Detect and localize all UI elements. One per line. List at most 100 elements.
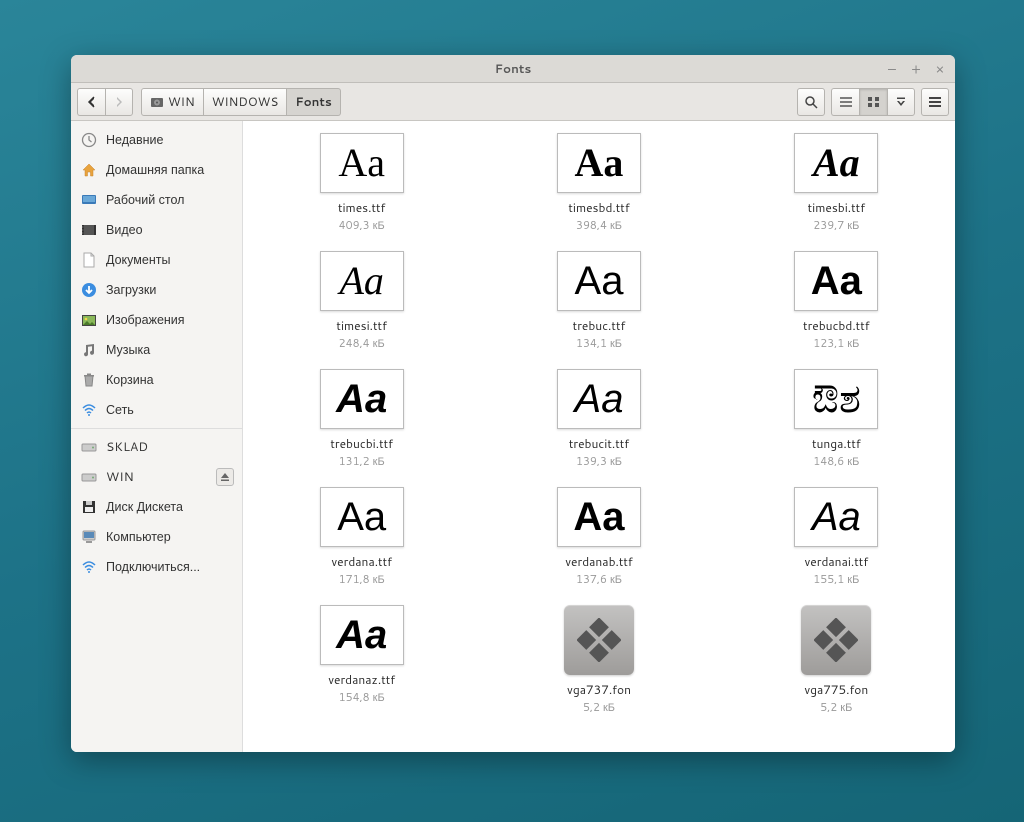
file-thumbnail: Aa [794,487,878,547]
file-item[interactable]: Aaverdana.ttf171,8 кБ [297,487,427,587]
file-item[interactable]: Aatimes.ttf409,3 кБ [297,133,427,233]
sidebar-item-label: Подключиться... [106,558,200,576]
desktop-icon [81,192,97,208]
wifi-blue-icon [81,559,97,575]
file-item[interactable]: Aatimesbd.ttf398,4 кБ [534,133,664,233]
sidebar-item[interactable]: Недавние [71,125,242,155]
sidebar-item[interactable]: Документы [71,245,242,275]
grid-view-button[interactable] [859,88,887,116]
sidebar-item-label: Диск Дискета [106,498,183,516]
file-item[interactable]: ಔಶtunga.ttf148,6 кБ [771,369,901,469]
file-name: trebucbd.ttf [803,317,870,334]
file-name: verdanaz.ttf [328,671,395,688]
file-size: 398,4 кБ [576,217,622,233]
arrow-down-icon [895,96,907,108]
sidebar-item-label: Музыка [106,341,150,359]
eject-button[interactable] [216,468,234,486]
window-body: НедавниеДомашняя папкаРабочий столВидеоД… [71,121,955,752]
sidebar-item[interactable]: Сеть [71,395,242,425]
file-size: 148,6 кБ [813,453,859,469]
sidebar-item[interactable]: Видео [71,215,242,245]
file-thumbnail: Aa [557,369,641,429]
sidebar-item[interactable]: Подключиться... [71,552,242,582]
file-grid: Aatimes.ttf409,3 кБ Aatimesbd.ttf398,4 кБ… [273,133,925,715]
file-thumbnail: Aa [794,133,878,193]
file-thumbnail [564,605,634,675]
view-mode-group [831,88,915,116]
breadcrumb-item[interactable]: Fonts [287,88,341,116]
sidebar-item[interactable]: Корзина [71,365,242,395]
file-item[interactable]: Aa verdanab.ttf137,6 кБ [534,487,664,587]
file-manager-window: Fonts – + × WIN WINDOWS Fonts [71,55,955,752]
back-button[interactable] [77,88,105,116]
file-item[interactable]: Aa trebucbd.ttf123,1 кБ [771,251,901,351]
sidebar-item[interactable]: Загрузки [71,275,242,305]
file-item[interactable]: Aatrebuc.ttf134,1 кБ [534,251,664,351]
images-icon [81,312,97,328]
sidebar-item-label: SKLAD [106,438,148,456]
file-item[interactable]: Aaverdanaz.ttf154,8 кБ [297,605,427,715]
toolbar-right [797,88,949,116]
sidebar-item[interactable]: Домашняя папка [71,155,242,185]
file-item[interactable]: Aatrebucbi.ttf131,2 кБ [297,369,427,469]
file-item[interactable]: vga737.fon5,2 кБ [534,605,664,715]
sidebar-item-label: Сеть [106,401,134,419]
sidebar-item-label: Недавние [106,131,163,149]
file-item[interactable]: Aaverdanai.ttf155,1 кБ [771,487,901,587]
file-item[interactable]: Aatimesbi.ttf239,7 кБ [771,133,901,233]
file-size: 137,6 кБ [576,571,622,587]
sidebar-item[interactable]: SKLAD [71,432,242,462]
grid-icon [867,96,881,108]
sidebar-item[interactable]: Музыка [71,335,242,365]
file-item[interactable]: Aatimesi.ttf248,4 кБ [297,251,427,351]
music-icon [81,342,97,358]
titlebar[interactable]: Fonts – + × [71,55,955,83]
clock-icon [81,132,97,148]
sidebar-item-label: Корзина [106,371,154,389]
file-thumbnail: Aa [320,605,404,665]
file-thumbnail: Aa [794,251,878,311]
file-name: trebucit.ttf [569,435,629,452]
file-name: verdana.ttf [331,553,392,570]
trash-icon [81,372,97,388]
document-icon [81,252,97,268]
sidebar: НедавниеДомашняя папкаРабочий столВидеоД… [71,121,243,752]
breadcrumb-item[interactable]: WIN [141,88,204,116]
breadcrumb: WIN WINDOWS Fonts [141,88,341,116]
breadcrumb-label: Fonts [295,93,332,110]
file-size: 171,8 кБ [339,571,385,587]
forward-button[interactable] [105,88,133,116]
search-button[interactable] [797,88,825,116]
breadcrumb-item[interactable]: WINDOWS [204,88,288,116]
list-view-button[interactable] [831,88,859,116]
sidebar-item[interactable]: Рабочий стол [71,185,242,215]
file-thumbnail: Aa [557,487,641,547]
file-name: trebucbi.ttf [330,435,393,452]
toolbar: WIN WINDOWS Fonts [71,83,955,121]
file-name: verdanab.ttf [565,553,633,570]
search-icon [804,95,818,109]
disk-icon [150,95,164,109]
menu-button[interactable] [921,88,949,116]
file-name: timesi.ttf [336,317,386,334]
file-grid-area[interactable]: Aatimes.ttf409,3 кБ Aatimesbd.ttf398,4 кБ… [243,121,955,752]
file-size: 131,2 кБ [339,453,385,469]
file-name: trebuc.ttf [573,317,626,334]
file-thumbnail: Aa [320,251,404,311]
file-size: 5,2 кБ [583,699,615,715]
sidebar-item[interactable]: WIN [71,462,242,492]
sidebar-item[interactable]: Диск Дискета [71,492,242,522]
breadcrumb-label: WIN [168,93,195,110]
file-thumbnail: Aa [557,251,641,311]
maximize-button[interactable]: + [909,62,923,76]
file-item[interactable]: vga775.fon5,2 кБ [771,605,901,715]
file-name: vga775.fon [804,681,868,698]
file-item[interactable]: Aatrebucit.ttf139,3 кБ [534,369,664,469]
sidebar-item[interactable]: Компьютер [71,522,242,552]
minimize-button[interactable]: – [885,62,899,76]
close-button[interactable]: × [933,62,947,76]
file-size: 123,1 кБ [813,335,859,351]
window-title: Fonts [495,60,532,77]
sidebar-item[interactable]: Изображения [71,305,242,335]
view-options-button[interactable] [887,88,915,116]
